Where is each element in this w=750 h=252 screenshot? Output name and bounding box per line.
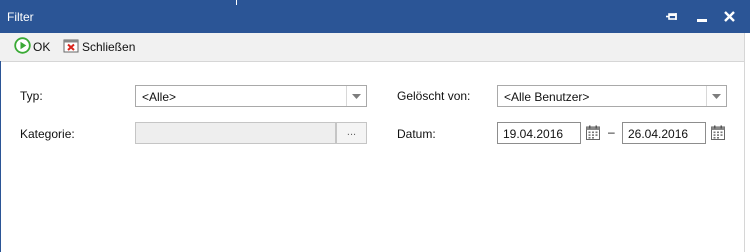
calendar-icon <box>586 125 600 140</box>
close-window-icon <box>63 39 79 56</box>
date-to-value: 26.04.2016 <box>628 127 689 141</box>
pin-icon <box>666 13 677 20</box>
window-title: Filter <box>7 10 34 24</box>
date-to-input[interactable]: 26.04.2016 <box>622 122 706 144</box>
title-bar[interactable]: Filter <box>0 0 750 33</box>
window-left-edge <box>0 61 1 252</box>
geloescht-von-dropdown[interactable]: <Alle Benutzer> <box>497 85 727 107</box>
typ-dropdown[interactable]: <Alle> <box>135 85 367 107</box>
ok-button[interactable]: OK <box>14 37 51 57</box>
window-right-edge <box>744 33 750 252</box>
toolbar: OK Schließen <box>0 33 744 62</box>
typ-label: Typ: <box>20 89 43 103</box>
geloescht-von-value: <Alle Benutzer> <box>504 90 590 104</box>
close-icon <box>724 11 735 22</box>
filter-window: Filter OK Schließen Typ: <Alle> Kategori… <box>0 0 750 252</box>
calendar-icon <box>711 125 725 140</box>
minimize-icon <box>697 19 707 22</box>
typ-value: <Alle> <box>142 90 177 104</box>
minimize-button[interactable] <box>694 9 710 25</box>
date-from-input[interactable]: 19.04.2016 <box>497 122 581 144</box>
close-button[interactable] <box>722 9 738 25</box>
calendar-from-button[interactable] <box>586 125 602 141</box>
title-divider <box>236 0 237 5</box>
pin-button[interactable] <box>665 9 681 25</box>
kategorie-field <box>135 122 336 144</box>
kategorie-browse-button[interactable]: ... <box>336 122 367 144</box>
schliessen-label: Schließen <box>82 40 136 54</box>
geloescht-von-label: Gelöscht von: <box>397 89 471 103</box>
play-ok-icon <box>14 37 31 57</box>
date-from-value: 19.04.2016 <box>503 127 564 141</box>
kategorie-label: Kategorie: <box>20 127 75 141</box>
chevron-down-icon[interactable] <box>706 86 726 106</box>
calendar-to-button[interactable] <box>711 125 727 141</box>
date-range-separator: – <box>608 125 615 139</box>
datum-label: Datum: <box>397 127 436 141</box>
chevron-down-icon[interactable] <box>346 86 366 106</box>
schliessen-button[interactable]: Schließen <box>63 38 135 56</box>
ok-label: OK <box>33 40 51 54</box>
